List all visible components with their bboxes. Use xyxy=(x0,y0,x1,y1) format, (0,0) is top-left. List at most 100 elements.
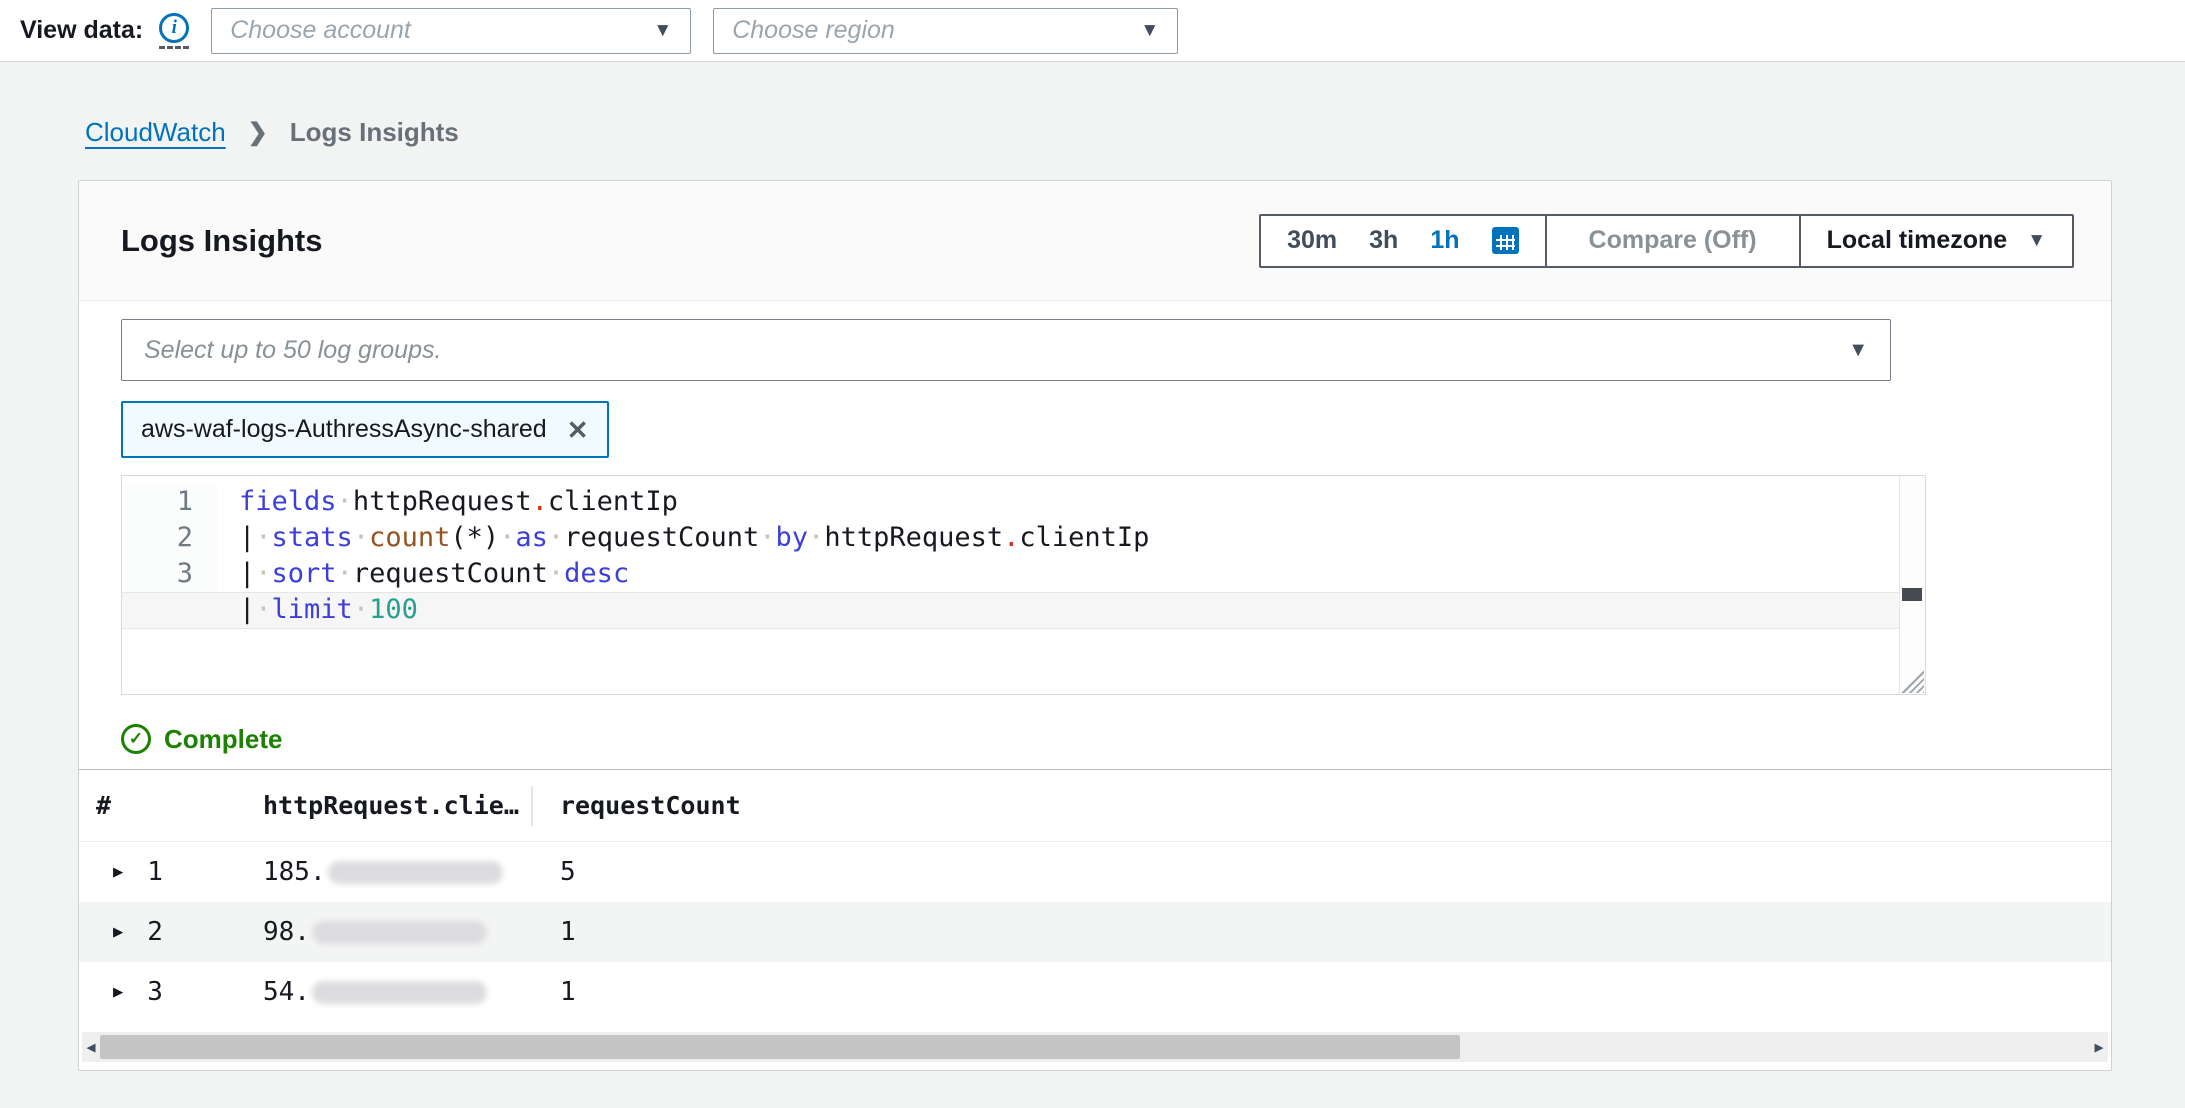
query-token: desc xyxy=(564,558,629,589)
expand-row-icon[interactable]: ▶ xyxy=(113,982,123,1002)
query-code[interactable]: fields·httpRequest.clientIp|·stats·count… xyxy=(217,484,1149,628)
page-title: Logs Insights xyxy=(121,223,323,259)
redacted-ip-blur xyxy=(312,921,487,944)
table-row[interactable]: ▶298.1 xyxy=(79,902,2111,962)
time-range-30m[interactable]: 30m xyxy=(1287,226,1337,255)
query-line: |·sort·requestCount·desc xyxy=(239,556,1149,592)
query-token: · xyxy=(548,558,564,589)
row-number: 1 xyxy=(147,857,163,887)
query-token: | xyxy=(239,594,255,625)
query-token: · xyxy=(353,594,369,625)
line-number: 2 xyxy=(122,520,193,556)
selected-log-groups: aws-waf-logs-AuthressAsync-shared ✕ xyxy=(121,401,2111,458)
time-range-3h[interactable]: 3h xyxy=(1369,226,1398,255)
table-header-row: # httpRequest.clie… requestCount xyxy=(79,770,2111,842)
log-group-chip[interactable]: aws-waf-logs-AuthressAsync-shared ✕ xyxy=(121,401,609,458)
time-controls: 30m 3h 1h Compare (Off) Local timezone ▼ xyxy=(1259,214,2074,268)
query-token: · xyxy=(808,522,824,553)
log-group-select[interactable]: Select up to 50 log groups. ▼ xyxy=(121,319,1891,381)
query-line: |·limit·100 xyxy=(239,592,1149,628)
log-group-chip-label: aws-waf-logs-AuthressAsync-shared xyxy=(141,415,547,444)
query-token: limit xyxy=(272,594,353,625)
account-select-placeholder: Choose account xyxy=(230,16,411,45)
breadcrumb-cloudwatch-link[interactable]: CloudWatch xyxy=(85,117,226,148)
query-token: · xyxy=(255,594,271,625)
query-token: · xyxy=(353,522,369,553)
view-data-bar: View data: i Choose account ▼ Choose reg… xyxy=(0,0,2185,62)
table-scrollbar-thumb[interactable] xyxy=(100,1035,1460,1059)
time-range-group: 30m 3h 1h xyxy=(1259,214,1546,268)
row-number: 2 xyxy=(147,917,163,947)
request-count-cell: 1 xyxy=(531,917,2111,947)
time-range-1h[interactable]: 1h xyxy=(1430,226,1459,255)
query-token: · xyxy=(499,522,515,553)
query-token: httpRequest xyxy=(353,486,532,517)
panel-header: Logs Insights 30m 3h 1h Compare (Off) Lo… xyxy=(79,181,2111,301)
chevron-down-icon: ▼ xyxy=(1140,20,1159,42)
query-token: . xyxy=(1003,522,1019,553)
query-line: fields·httpRequest.clientIp xyxy=(239,484,1149,520)
editor-vertical-scrollbar[interactable] xyxy=(1899,476,1925,694)
account-select[interactable]: Choose account ▼ xyxy=(211,8,691,54)
query-token: | xyxy=(239,522,255,553)
chevron-down-icon: ▼ xyxy=(2027,230,2046,252)
info-icon[interactable]: i xyxy=(159,13,189,43)
redacted-ip-blur xyxy=(312,981,487,1004)
query-token: by xyxy=(776,522,809,553)
timezone-dropdown[interactable]: Local timezone ▼ xyxy=(1799,214,2074,268)
client-ip-prefix: 185. xyxy=(263,857,326,887)
client-ip-cell: 98. xyxy=(263,917,531,947)
region-select[interactable]: Choose region ▼ xyxy=(713,8,1178,54)
column-header-index[interactable]: # xyxy=(79,791,263,820)
logs-insights-panel: Logs Insights 30m 3h 1h Compare (Off) Lo… xyxy=(78,180,2112,1071)
query-token: · xyxy=(337,486,353,517)
row-index-cell: ▶2 xyxy=(79,917,263,947)
query-line: |·stats·count(*)·as·requestCount·by·http… xyxy=(239,520,1149,556)
client-ip-cell: 54. xyxy=(263,977,531,1007)
row-number: 3 xyxy=(147,977,163,1007)
query-token: · xyxy=(255,558,271,589)
line-number: 1 xyxy=(122,484,193,520)
query-token: · xyxy=(759,522,775,553)
table-horizontal-scrollbar[interactable]: ◀ ▶ xyxy=(82,1032,2108,1062)
remove-log-group-icon[interactable]: ✕ xyxy=(567,417,589,443)
query-editor[interactable]: 1234 fields·httpRequest.clientIp|·stats·… xyxy=(121,475,1926,695)
client-ip-prefix: 98. xyxy=(263,917,310,947)
column-header-requestcount[interactable]: requestCount xyxy=(531,786,2111,826)
redacted-ip-blur xyxy=(328,861,503,884)
panel-body: Select up to 50 log groups. ▼ aws-waf-lo… xyxy=(79,301,2111,757)
compare-button[interactable]: Compare (Off) xyxy=(1545,214,1801,268)
request-count-cell: 1 xyxy=(531,977,2111,1007)
request-count-cell: 5 xyxy=(531,857,2111,887)
scroll-right-arrow-icon[interactable]: ▶ xyxy=(2090,1032,2108,1062)
table-row[interactable]: ▶354.1 xyxy=(79,962,2111,1022)
query-token: 100 xyxy=(369,594,418,625)
query-token: requestCount xyxy=(353,558,548,589)
scroll-left-arrow-icon[interactable]: ◀ xyxy=(82,1032,100,1062)
info-link[interactable]: i xyxy=(159,13,189,49)
row-index-cell: ▶1 xyxy=(79,857,263,887)
timezone-label: Local timezone xyxy=(1827,226,2008,255)
query-token: clientIp xyxy=(548,486,678,517)
query-token: . xyxy=(532,486,548,517)
expand-row-icon[interactable]: ▶ xyxy=(113,922,123,942)
query-token: count xyxy=(369,522,450,553)
query-token: · xyxy=(337,558,353,589)
calendar-icon[interactable] xyxy=(1492,227,1519,254)
query-token: requestCount xyxy=(564,522,759,553)
row-index-cell: ▶3 xyxy=(79,977,263,1007)
client-ip-prefix: 54. xyxy=(263,977,310,1007)
query-token: (*) xyxy=(450,522,499,553)
results-table: # httpRequest.clie… requestCount ▶1185.5… xyxy=(79,769,2111,1062)
query-token: | xyxy=(239,558,255,589)
table-row[interactable]: ▶1185.5 xyxy=(79,842,2111,902)
log-group-placeholder: Select up to 50 log groups. xyxy=(144,336,441,365)
editor-scrollbar-thumb[interactable] xyxy=(1902,588,1922,601)
line-number: 3 xyxy=(122,556,193,592)
query-token: sort xyxy=(272,558,337,589)
breadcrumb-chevron-icon: ❯ xyxy=(248,118,268,147)
column-header-clientip[interactable]: httpRequest.clie… xyxy=(263,791,531,820)
expand-row-icon[interactable]: ▶ xyxy=(113,862,123,882)
query-token: · xyxy=(548,522,564,553)
view-data-label: View data: xyxy=(20,16,143,45)
